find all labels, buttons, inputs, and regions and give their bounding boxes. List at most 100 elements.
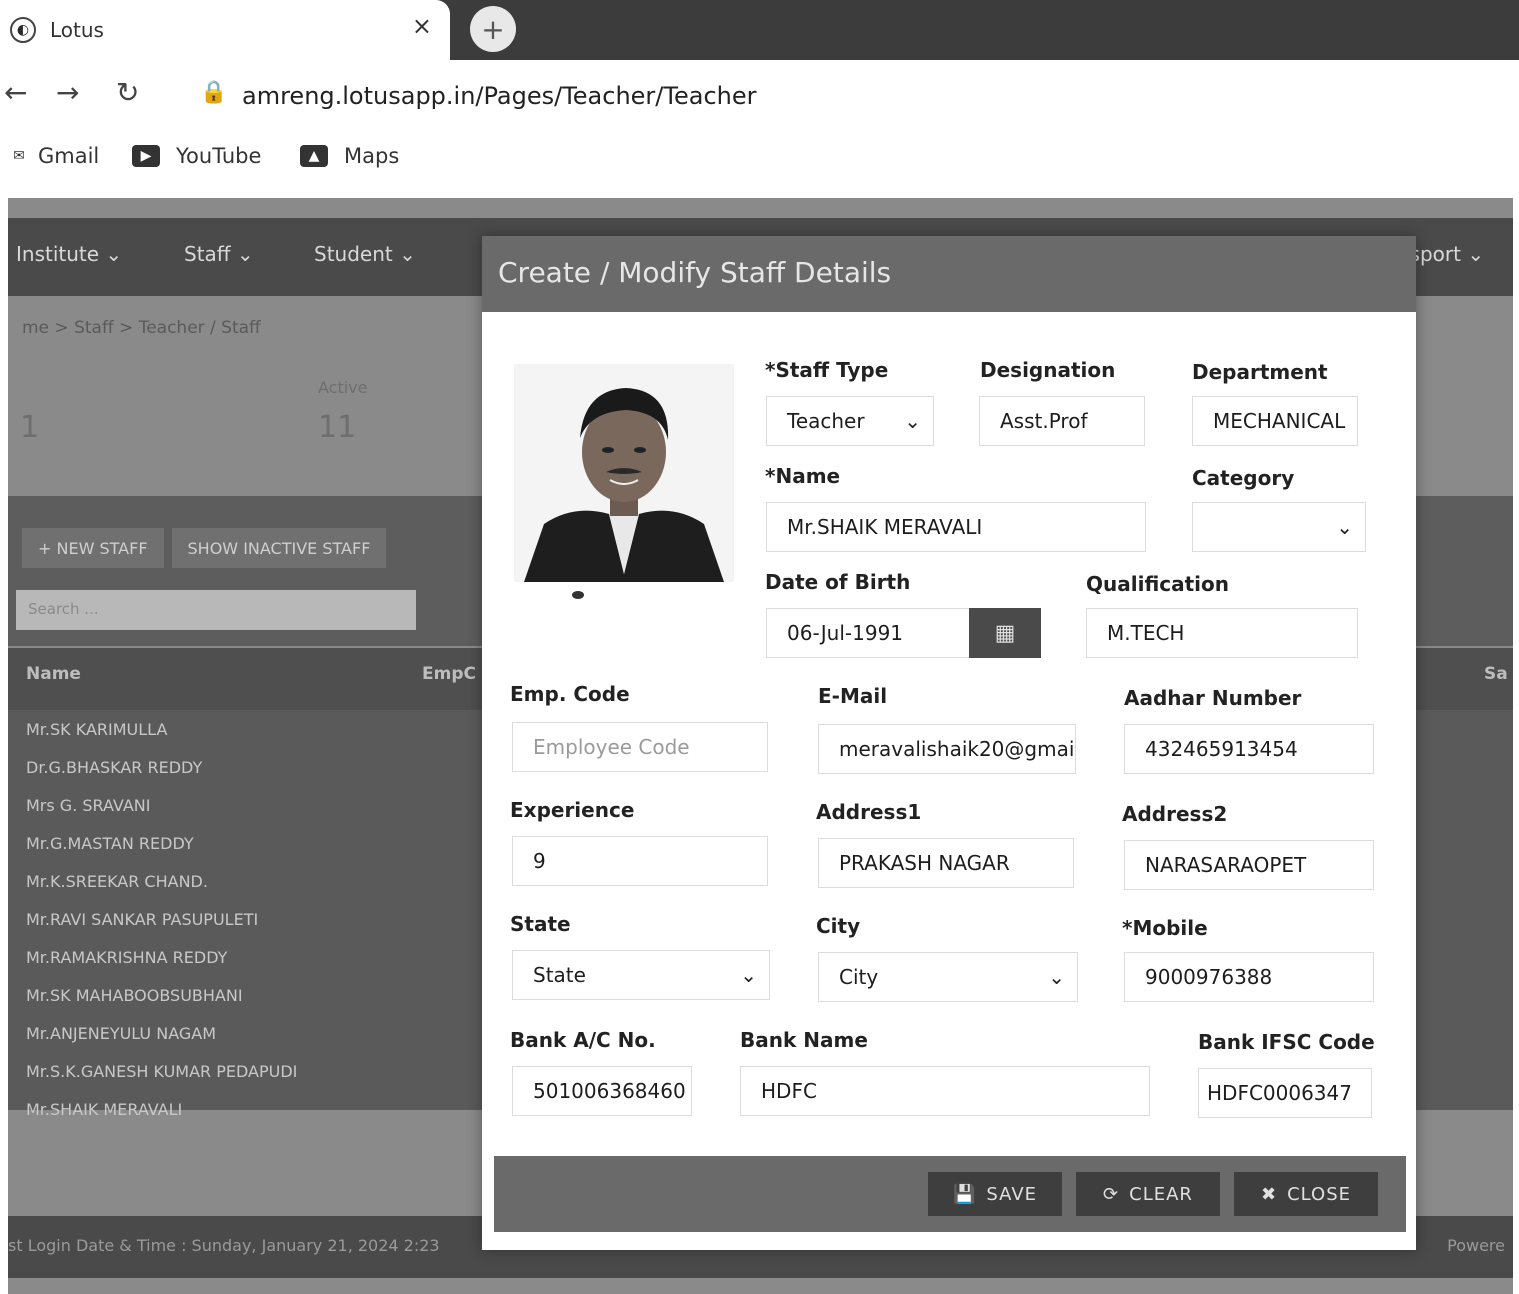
tab-close-icon[interactable]: × (412, 12, 432, 40)
designation-label: Designation (980, 358, 1116, 382)
column-empcode: EmpC (422, 664, 476, 684)
email-label: E-Mail (818, 684, 888, 708)
bookmark-label: Maps (344, 144, 400, 168)
close-label: CLOSE (1287, 1183, 1351, 1205)
address-bar: ← → ↻ 🔒 amreng.lotusapp.in/Pages/Teacher… (0, 60, 1519, 136)
modal-footer: 💾 SAVE ⟳ CLEAR ✖ CLOSE (494, 1156, 1406, 1232)
last-login: st Login Date & Time : Sunday, January 2… (8, 1236, 440, 1255)
bookmark-label: Gmail (38, 144, 100, 168)
department-label: Department (1192, 360, 1328, 384)
gmail-icon: ✉ (13, 148, 25, 164)
emp-code-label: Emp. Code (510, 682, 630, 706)
save-icon: 💾 (952, 1183, 977, 1205)
staff-type-select[interactable]: Teacher ⌄ (766, 396, 934, 446)
search-input[interactable]: Search ... (16, 590, 416, 630)
stat-value-total: 1 (20, 410, 40, 445)
tab-title: Lotus (50, 18, 104, 42)
address1-label: Address1 (816, 800, 922, 824)
staff-photo[interactable] (514, 364, 734, 582)
ifsc-input[interactable]: HDFC0006347 (1198, 1068, 1372, 1118)
city-select[interactable]: City ⌄ (818, 952, 1078, 1002)
name-label: *Name (765, 464, 841, 488)
bank-ac-label: Bank A/C No. (510, 1028, 656, 1052)
ifsc-label: Bank IFSC Code (1198, 1030, 1375, 1054)
browser-tab[interactable]: ◐ Lotus × (0, 0, 450, 60)
browser-tab-bar: ◐ Lotus × + (0, 0, 1519, 60)
address2-input[interactable]: NARASARAOPET (1124, 840, 1374, 890)
forward-icon[interactable]: → (56, 76, 79, 109)
globe-icon: ◐ (10, 17, 36, 43)
column-salary: Sa (1484, 664, 1508, 684)
bookmark-maps[interactable]: ▲ Maps (300, 144, 399, 168)
url-field[interactable]: amreng.lotusapp.in/Pages/Teacher/Teacher (242, 82, 756, 110)
chevron-down-icon: ⌄ (740, 963, 757, 987)
bookmark-label: YouTube (176, 144, 262, 168)
department-input[interactable]: MECHANICAL (1192, 396, 1358, 446)
experience-input[interactable]: 9 (512, 836, 768, 886)
close-icon: ✖ (1260, 1183, 1278, 1205)
experience-label: Experience (510, 798, 635, 822)
bank-name-label: Bank Name (740, 1028, 868, 1052)
photo-upload-icon[interactable] (572, 591, 584, 599)
new-tab-button[interactable]: + (470, 6, 516, 52)
reload-icon[interactable]: ↻ (116, 76, 139, 109)
qualification-input[interactable]: M.TECH (1086, 608, 1358, 658)
dob-label: Date of Birth (765, 570, 911, 594)
bank-name-input[interactable]: HDFC (740, 1066, 1150, 1116)
back-icon[interactable]: ← (4, 76, 27, 109)
clear-label: CLEAR (1129, 1183, 1193, 1205)
city-value: City (839, 965, 879, 989)
address1-input[interactable]: PRAKASH NAGAR (818, 838, 1074, 888)
aadhar-input[interactable]: 432465913454 (1124, 724, 1374, 774)
column-name: Name (26, 664, 81, 684)
emp-code-input[interactable]: Employee Code (512, 722, 768, 772)
nav-institute[interactable]: Institute ⌄ (16, 242, 122, 266)
close-button[interactable]: ✖ CLOSE (1234, 1172, 1378, 1216)
category-label: Category (1192, 466, 1295, 490)
save-button[interactable]: 💾 SAVE (928, 1172, 1062, 1216)
dob-input[interactable]: 06-Jul-1991 (766, 608, 970, 658)
designation-input[interactable]: Asst.Prof (979, 396, 1145, 446)
clear-button[interactable]: ⟳ CLEAR (1076, 1172, 1220, 1216)
show-inactive-button[interactable]: SHOW INACTIVE STAFF (171, 528, 387, 568)
mobile-input[interactable]: 9000976388 (1124, 952, 1374, 1002)
nav-staff[interactable]: Staff ⌄ (184, 242, 254, 266)
city-label: City (816, 914, 861, 938)
nav-student[interactable]: Student ⌄ (314, 242, 416, 266)
qualification-label: Qualification (1086, 572, 1230, 596)
modal-title: Create / Modify Staff Details (498, 256, 892, 289)
staff-type-value: Teacher (787, 409, 865, 433)
state-value: State (533, 963, 586, 987)
breadcrumb: me > Staff > Teacher / Staff (22, 318, 261, 338)
refresh-icon: ⟳ (1103, 1183, 1120, 1205)
stat-value-active: 11 (318, 410, 357, 445)
email-input[interactable]: meravalishaik20@gmail.com (818, 724, 1076, 774)
lock-icon: 🔒 (200, 80, 228, 105)
staff-photo-image (514, 364, 734, 582)
modal-header: Create / Modify Staff Details (482, 236, 1416, 312)
bank-ac-input[interactable]: 501006368460 (512, 1066, 692, 1116)
chevron-down-icon: ⌄ (1048, 965, 1065, 989)
youtube-icon: ▶ (132, 145, 160, 167)
save-label: SAVE (986, 1183, 1038, 1205)
address2-label: Address2 (1122, 802, 1228, 826)
state-label: State (510, 912, 571, 936)
new-staff-button[interactable]: + NEW STAFF (22, 528, 164, 568)
staff-type-label: *Staff Type (765, 358, 889, 382)
staff-actions: + NEW STAFF SHOW INACTIVE STAFF (22, 528, 387, 568)
bookmark-gmail[interactable]: ✉ Gmail (10, 144, 99, 168)
maps-icon: ▲ (300, 145, 328, 167)
state-select[interactable]: State ⌄ (512, 950, 770, 1000)
chevron-down-icon: ⌄ (1336, 515, 1353, 539)
chevron-down-icon: ⌄ (904, 409, 921, 433)
bookmark-youtube[interactable]: ▶ YouTube (132, 144, 261, 168)
aadhar-label: Aadhar Number (1124, 686, 1302, 710)
bookmarks-bar: ✉ Gmail ▶ YouTube ▲ Maps (0, 136, 1519, 192)
staff-details-modal: Create / Modify Staff Details *Staff Typ… (482, 236, 1416, 1250)
calendar-icon[interactable]: ▦ (969, 608, 1041, 658)
category-select[interactable]: ⌄ (1192, 502, 1366, 552)
nav-transport[interactable]: isport ⌄ (1404, 242, 1484, 266)
name-input[interactable]: Mr.SHAIK MERAVALI (766, 502, 1146, 552)
stat-label: Active (318, 378, 368, 397)
powered-by: Powere (1447, 1236, 1505, 1255)
